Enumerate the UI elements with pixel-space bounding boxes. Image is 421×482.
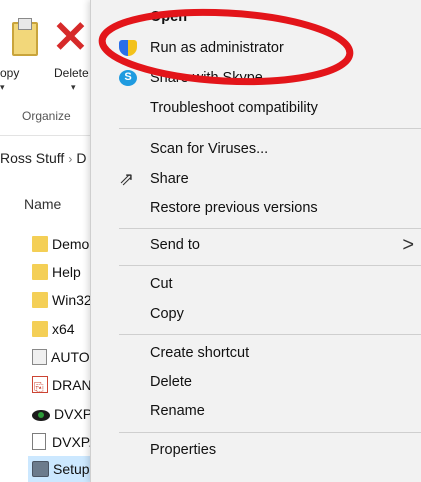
copy-label: opy (0, 66, 20, 80)
skype-icon: S (119, 70, 137, 86)
menu-item-share-with-skype[interactable]: S Share with Skype (91, 63, 421, 93)
folder-icon (32, 264, 48, 280)
menu-item-cut[interactable]: Cut (91, 269, 421, 299)
menu-item-properties[interactable]: Properties (91, 435, 421, 465)
delete-button[interactable]: ✕ Delete ▾ (52, 13, 92, 98)
pdf-icon (32, 374, 48, 400)
menu-item-label: Troubleshoot compatibility (150, 100, 318, 116)
breadcrumb-separator-icon: › (68, 152, 73, 166)
clipboard-icon (12, 18, 38, 56)
menu-item-label: Properties (150, 442, 217, 458)
menu-item-scan-for-viruses[interactable]: Scan for Viruses... (91, 134, 421, 164)
chevron-right-icon: > (402, 234, 414, 256)
menu-item-send-to[interactable]: Send to > (91, 230, 421, 260)
menu-item-label: Share (150, 171, 189, 187)
menu-item-run-as-administrator[interactable]: Run as administrator (91, 33, 421, 63)
setup-icon (32, 461, 49, 477)
menu-item-label: Open (150, 9, 188, 25)
menu-item-label: Delete (150, 374, 192, 390)
menu-item-label: Run as administrator (150, 40, 284, 56)
menu-item-delete[interactable]: Delete (91, 367, 421, 397)
menu-separator (119, 128, 421, 129)
organize-group-label: Organize (22, 109, 71, 123)
chevron-down-icon: ▾ (0, 82, 5, 92)
file-name: x64 (52, 321, 75, 337)
menu-separator (119, 228, 421, 229)
delete-x-icon: ✕ (52, 13, 89, 62)
share-icon: ⇗ (119, 169, 135, 189)
document-icon (32, 433, 46, 450)
menu-item-open[interactable]: Open (91, 2, 421, 32)
menu-item-label: Scan for Viruses... (150, 141, 269, 157)
menu-item-label: Copy (150, 306, 184, 322)
delete-label: Delete (54, 66, 89, 80)
menu-item-troubleshoot-compatibility[interactable]: Troubleshoot compatibility (91, 93, 421, 123)
eye-icon (32, 410, 50, 421)
shield-icon (119, 40, 137, 56)
menu-item-label: Rename (150, 403, 205, 419)
folder-icon (32, 321, 48, 337)
breadcrumb-item-ross-stuff[interactable]: Ross Stuff (0, 150, 64, 166)
list-item[interactable]: Win32 (32, 287, 92, 313)
file-name: Win32 (52, 292, 92, 308)
menu-item-label: Cut (150, 276, 173, 292)
menu-item-restore-previous-versions[interactable]: Restore previous versions (91, 193, 421, 223)
menu-separator (119, 432, 421, 433)
menu-separator (119, 265, 421, 266)
breadcrumb[interactable]: Ross Stuff › D (0, 146, 86, 170)
file-name: Help (52, 264, 81, 280)
menu-item-label: Send to (150, 237, 200, 253)
copy-button[interactable]: opy ▾ (0, 18, 38, 98)
menu-item-create-shortcut[interactable]: Create shortcut (91, 338, 421, 368)
list-item[interactable]: Help (32, 259, 81, 285)
menu-item-label: Restore previous versions (150, 200, 318, 216)
menu-item-label: Create shortcut (150, 345, 250, 361)
context-menu: Open Run as administrator S Share with S… (90, 0, 421, 482)
menu-item-label: Share with Skype (150, 70, 263, 86)
folder-icon (32, 236, 48, 252)
menu-item-share[interactable]: ⇗ Share (91, 164, 421, 194)
list-item[interactable]: x64 (32, 316, 75, 342)
folder-icon (32, 292, 48, 308)
menu-item-copy[interactable]: Copy (91, 299, 421, 329)
column-header-name[interactable]: Name (24, 196, 61, 212)
menu-separator (119, 334, 421, 335)
chevron-down-icon: ▾ (71, 82, 76, 92)
autorun-icon (32, 349, 47, 365)
breadcrumb-item-next[interactable]: D (76, 150, 86, 166)
menu-item-rename[interactable]: Rename (91, 396, 421, 426)
